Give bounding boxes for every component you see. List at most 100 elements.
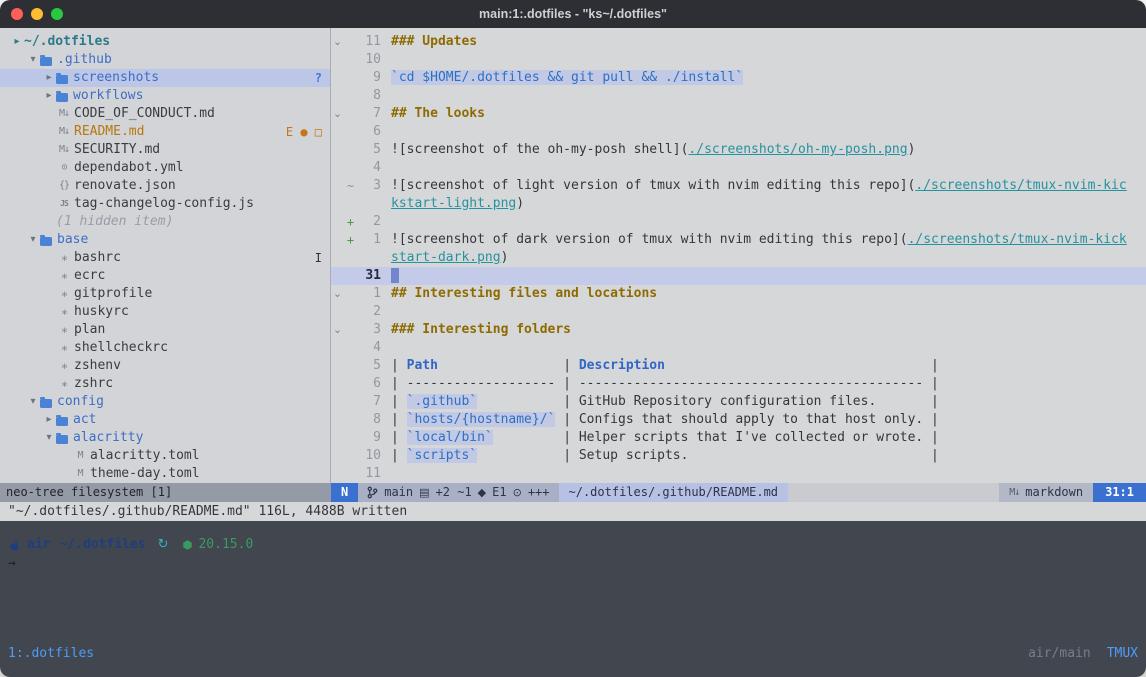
fold-marker-icon[interactable] bbox=[331, 51, 344, 69]
editor-line[interactable]: +1![screenshot of dark version of tmux w… bbox=[331, 231, 1146, 249]
fold-marker-icon[interactable] bbox=[331, 213, 344, 231]
tree-item[interactable]: ∗plan bbox=[0, 321, 330, 339]
editor-line[interactable]: 11 bbox=[331, 465, 1146, 483]
fold-marker-icon[interactable] bbox=[331, 177, 344, 195]
terminal-shell-pane[interactable]: air ~/.dotfiles ↻ 20.15.0 → bbox=[0, 521, 1146, 641]
editor-line[interactable]: 8 bbox=[331, 87, 1146, 105]
tree-item[interactable]: ▾base bbox=[0, 231, 330, 249]
editor-line[interactable]: 2 bbox=[331, 303, 1146, 321]
fold-marker-icon[interactable] bbox=[331, 339, 344, 357]
tree-item-label: plan bbox=[74, 321, 105, 339]
chevron-icon[interactable]: ▸ bbox=[42, 411, 56, 429]
editor-line[interactable]: 8| `hosts/{hostname}/` | Configs that sh… bbox=[331, 411, 1146, 429]
editor-line[interactable]: 31 bbox=[331, 267, 1146, 285]
tree-item[interactable]: ∗huskyrc bbox=[0, 303, 330, 321]
fold-marker-icon[interactable]: ⌄ bbox=[331, 33, 344, 51]
fold-marker-icon[interactable] bbox=[331, 357, 344, 375]
tree-item[interactable]: ▸workflows bbox=[0, 87, 330, 105]
editor-line[interactable]: ⌄1## Interesting files and locations bbox=[331, 285, 1146, 303]
tree-item[interactable]: (1 hidden item) bbox=[0, 213, 330, 231]
fold-marker-icon[interactable] bbox=[331, 465, 344, 483]
text-span: | bbox=[391, 430, 407, 445]
text-span: ![screenshot of light version of tmux wi… bbox=[391, 178, 915, 193]
tree-item[interactable]: ▸~/.dotfiles bbox=[0, 33, 330, 51]
chevron-icon[interactable]: ▸ bbox=[42, 69, 56, 87]
fold-marker-icon[interactable] bbox=[331, 159, 344, 177]
tree-item[interactable]: M↓SECURITY.md bbox=[0, 141, 330, 159]
tree-item-marker: E ● □ bbox=[286, 123, 322, 141]
fold-marker-icon[interactable] bbox=[331, 123, 344, 141]
editor-line[interactable]: ~3![screenshot of light version of tmux … bbox=[331, 177, 1146, 195]
editor-line[interactable]: ⌄11### Updates bbox=[331, 33, 1146, 51]
tree-item[interactable]: ∗bashrcI bbox=[0, 249, 330, 267]
fold-marker-icon[interactable] bbox=[331, 393, 344, 411]
editor-line[interactable]: 9| `local/bin` | Helper scripts that I'v… bbox=[331, 429, 1146, 447]
tree-item[interactable]: {}renovate.json bbox=[0, 177, 330, 195]
tree-item[interactable]: Malacritty.toml bbox=[0, 447, 330, 465]
tree-item[interactable]: ▸act bbox=[0, 411, 330, 429]
fold-marker-icon[interactable] bbox=[331, 267, 344, 285]
editor-line[interactable]: 9`cd $HOME/.dotfiles && git pull && ./in… bbox=[331, 69, 1146, 87]
minimize-button[interactable] bbox=[31, 8, 43, 20]
fold-marker-icon[interactable]: ⌄ bbox=[331, 285, 344, 303]
fold-marker-icon[interactable] bbox=[331, 69, 344, 87]
fold-marker-icon[interactable]: ⌄ bbox=[331, 105, 344, 123]
chevron-icon[interactable]: ▾ bbox=[26, 51, 40, 69]
tree-item[interactable]: ▾config bbox=[0, 393, 330, 411]
editor-line[interactable]: 10| `scripts` | Setup scripts. | bbox=[331, 447, 1146, 465]
chevron-icon[interactable]: ▾ bbox=[42, 429, 56, 447]
fold-marker-icon[interactable] bbox=[331, 231, 344, 249]
tree-item[interactable]: ▾alacritty bbox=[0, 429, 330, 447]
editor-line[interactable]: 5| Path | Description | bbox=[331, 357, 1146, 375]
tree-item[interactable]: M↓CODE_OF_CONDUCT.md bbox=[0, 105, 330, 123]
tree-item[interactable]: M↓README.mdE ● □ bbox=[0, 123, 330, 141]
text-span: | bbox=[391, 412, 407, 427]
tree-item[interactable]: ∗zshenv bbox=[0, 357, 330, 375]
fold-marker-icon[interactable] bbox=[331, 195, 344, 213]
fold-marker-icon[interactable] bbox=[331, 429, 344, 447]
editor-line[interactable]: 7| `.github` | GitHub Repository configu… bbox=[331, 393, 1146, 411]
fold-marker-icon[interactable] bbox=[331, 411, 344, 429]
tree-item[interactable]: ▸screenshots? bbox=[0, 69, 330, 87]
editor-line[interactable]: +2 bbox=[331, 213, 1146, 231]
tree-item[interactable]: ▾.github bbox=[0, 51, 330, 69]
fold-marker-icon[interactable] bbox=[331, 303, 344, 321]
tree-item[interactable]: JStag-changelog-config.js bbox=[0, 195, 330, 213]
tree-item[interactable]: ∗gitprofile bbox=[0, 285, 330, 303]
editor-line[interactable]: 4 bbox=[331, 339, 1146, 357]
editor-line[interactable]: 6 bbox=[331, 123, 1146, 141]
tree-item[interactable]: ∗ecrc bbox=[0, 267, 330, 285]
tree-item[interactable]: ⊙dependabot.yml bbox=[0, 159, 330, 177]
editor-line[interactable]: 6| ------------------- | ---------------… bbox=[331, 375, 1146, 393]
tree-item[interactable]: Mtheme-day.toml bbox=[0, 465, 330, 483]
editor-line[interactable]: 5![screenshot of the oh-my-posh shell](.… bbox=[331, 141, 1146, 159]
zoom-button[interactable] bbox=[51, 8, 63, 20]
close-button[interactable] bbox=[11, 8, 23, 20]
editor-line[interactable]: kstart-light.png) bbox=[331, 195, 1146, 213]
chevron-icon[interactable]: ▸ bbox=[42, 87, 56, 105]
line-number: 31 bbox=[357, 267, 381, 285]
editor-pane[interactable]: ⌄11### Updates109`cd $HOME/.dotfiles && … bbox=[331, 28, 1146, 483]
tree-item[interactable]: ∗zshrc bbox=[0, 375, 330, 393]
editor-line[interactable]: ⌄3### Interesting folders bbox=[331, 321, 1146, 339]
neotree-panel[interactable]: ▸~/.dotfiles▾.github▸screenshots?▸workfl… bbox=[0, 28, 331, 483]
chevron-icon[interactable]: ▾ bbox=[26, 231, 40, 249]
editor-line[interactable]: ⌄7## The looks bbox=[331, 105, 1146, 123]
chevron-icon[interactable]: ▾ bbox=[26, 393, 40, 411]
tmux-badge: TMUX bbox=[1107, 646, 1138, 661]
folder-icon bbox=[56, 417, 68, 426]
editor-line[interactable]: 10 bbox=[331, 51, 1146, 69]
fold-marker-icon[interactable] bbox=[331, 87, 344, 105]
fold-marker-icon[interactable] bbox=[331, 249, 344, 267]
fold-marker-icon[interactable]: ⌄ bbox=[331, 321, 344, 339]
editor-line[interactable]: 4 bbox=[331, 159, 1146, 177]
fold-marker-icon[interactable] bbox=[331, 447, 344, 465]
tree-item[interactable]: ∗shellcheckrc bbox=[0, 339, 330, 357]
fold-marker-icon[interactable] bbox=[331, 375, 344, 393]
editor-line[interactable]: start-dark.png) bbox=[331, 249, 1146, 267]
chevron-icon[interactable]: ▸ bbox=[10, 33, 24, 51]
fold-marker-icon[interactable] bbox=[331, 141, 344, 159]
shell-input-line[interactable]: → bbox=[8, 554, 1138, 573]
line-text: start-dark.png) bbox=[391, 249, 508, 267]
tmux-window-label[interactable]: 1:.dotfiles bbox=[8, 646, 94, 661]
